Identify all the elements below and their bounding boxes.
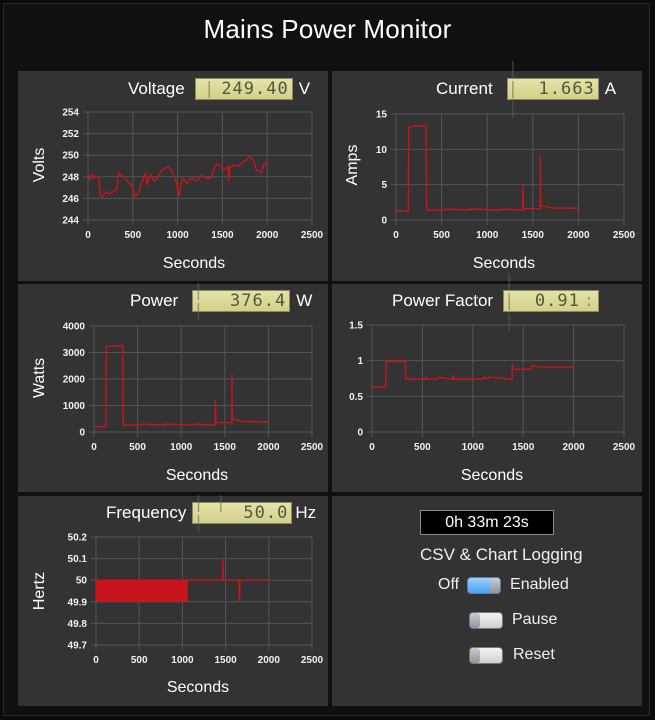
voltage-label: Voltage (128, 79, 185, 98)
power-factor-value: 0.91 (534, 291, 580, 311)
reset-toggle[interactable] (469, 646, 503, 664)
pause-toggle[interactable] (469, 611, 503, 629)
current-unit: A (604, 79, 617, 98)
power-panel: Power | | 376.4 W (18, 281, 328, 492)
power-factor-panel: Power Factor | | | 0.91 : (332, 271, 642, 492)
logging-title: CSV & Chart Logging (420, 545, 583, 564)
current-value: 1.663 (538, 79, 595, 99)
frequency-label: Frequency (106, 503, 187, 522)
enable-toggle-row: Off Enabled (438, 576, 569, 594)
pause-label: Pause (512, 611, 558, 628)
frequency-panel: Frequency | | | 50.0 Hz (18, 493, 328, 706)
current-label: Current (436, 79, 493, 98)
enable-logging-toggle[interactable] (467, 576, 502, 594)
frequency-lcd-display: | | | 50.0 (192, 493, 293, 533)
power-value: 376.4 (230, 291, 287, 311)
toggle-knob (490, 577, 501, 593)
voltage-value: 249.40 (221, 79, 289, 99)
lcd-blank-segment: : (583, 291, 596, 311)
current-lcd-display: | | | 1.663 (506, 59, 599, 119)
power-factor-label: Power Factor (392, 291, 494, 310)
toggle-knob (470, 612, 480, 628)
frequency-value: 50.0 (243, 503, 289, 523)
toggle-knob (470, 647, 480, 663)
elapsed-time-display: 0h 33m 23s (420, 510, 554, 535)
voltage-unit: V (298, 79, 311, 98)
reset-label: Reset (513, 646, 555, 663)
app-title: Mains Power Monitor (203, 14, 452, 44)
power-lcd-display: | | 376.4 (192, 281, 291, 321)
power-factor-lcd-display: | | | 0.91 : (503, 271, 600, 331)
lcd-blank-segment: | | | (504, 271, 516, 331)
power-unit: W (296, 291, 313, 310)
enable-off-label: Off (438, 576, 460, 593)
reset-toggle-row: Reset (469, 646, 555, 664)
voltage-lcd-display: | 249.40 (194, 78, 293, 100)
pause-toggle-row: Pause (469, 611, 557, 629)
lcd-blank-segment: | | (193, 281, 205, 321)
frequency-unit: Hz (295, 503, 317, 522)
current-panel: Current | | | 1.663 A (332, 59, 642, 281)
lcd-blank-segment: | | | (507, 59, 519, 119)
enable-on-label: Enabled (510, 576, 569, 593)
lcd-blank-segment: | (204, 79, 216, 99)
power-label: Power (130, 291, 179, 310)
lcd-blank-segment: | | | (193, 493, 228, 533)
voltage-panel: Voltage | 249.40 V (18, 71, 328, 281)
